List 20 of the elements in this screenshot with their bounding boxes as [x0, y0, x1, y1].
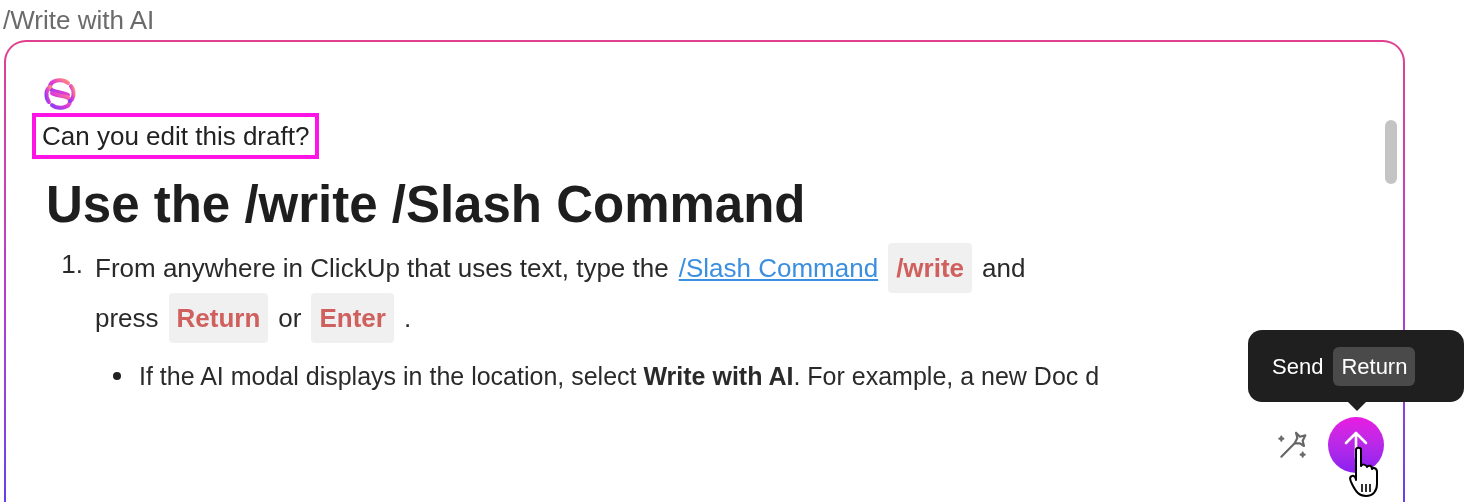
bullet-text: If the AI modal displays in the location, select Write with AI. For example, a new Doc d: [139, 361, 1100, 392]
prompt-highlight: Can you edit this draft?: [32, 113, 320, 159]
ai-logo-icon: [42, 77, 78, 111]
bullet-icon: [113, 372, 121, 380]
inline-code: Enter: [311, 293, 394, 343]
scrollbar: [1385, 120, 1397, 184]
tooltip-label: Send: [1272, 352, 1324, 381]
slash-command-link[interactable]: /Slash Command: [678, 247, 879, 289]
body-text: From anywhere in ClickUp that uses text, type the: [95, 252, 669, 285]
body-text: .: [403, 302, 412, 335]
doc-heading: Use the /write /Slash Command: [46, 175, 807, 235]
body-text: or: [278, 302, 302, 335]
keyboard-key: Return: [1333, 346, 1416, 386]
list-number: 1.: [60, 248, 84, 281]
page-title: /Write with AI: [2, 4, 156, 37]
hand-cursor-icon: [1347, 446, 1379, 498]
body-text: press: [95, 302, 159, 335]
inline-code: Return: [168, 293, 269, 343]
inline-code: /write: [888, 243, 973, 293]
body-text: and: [982, 252, 1026, 285]
